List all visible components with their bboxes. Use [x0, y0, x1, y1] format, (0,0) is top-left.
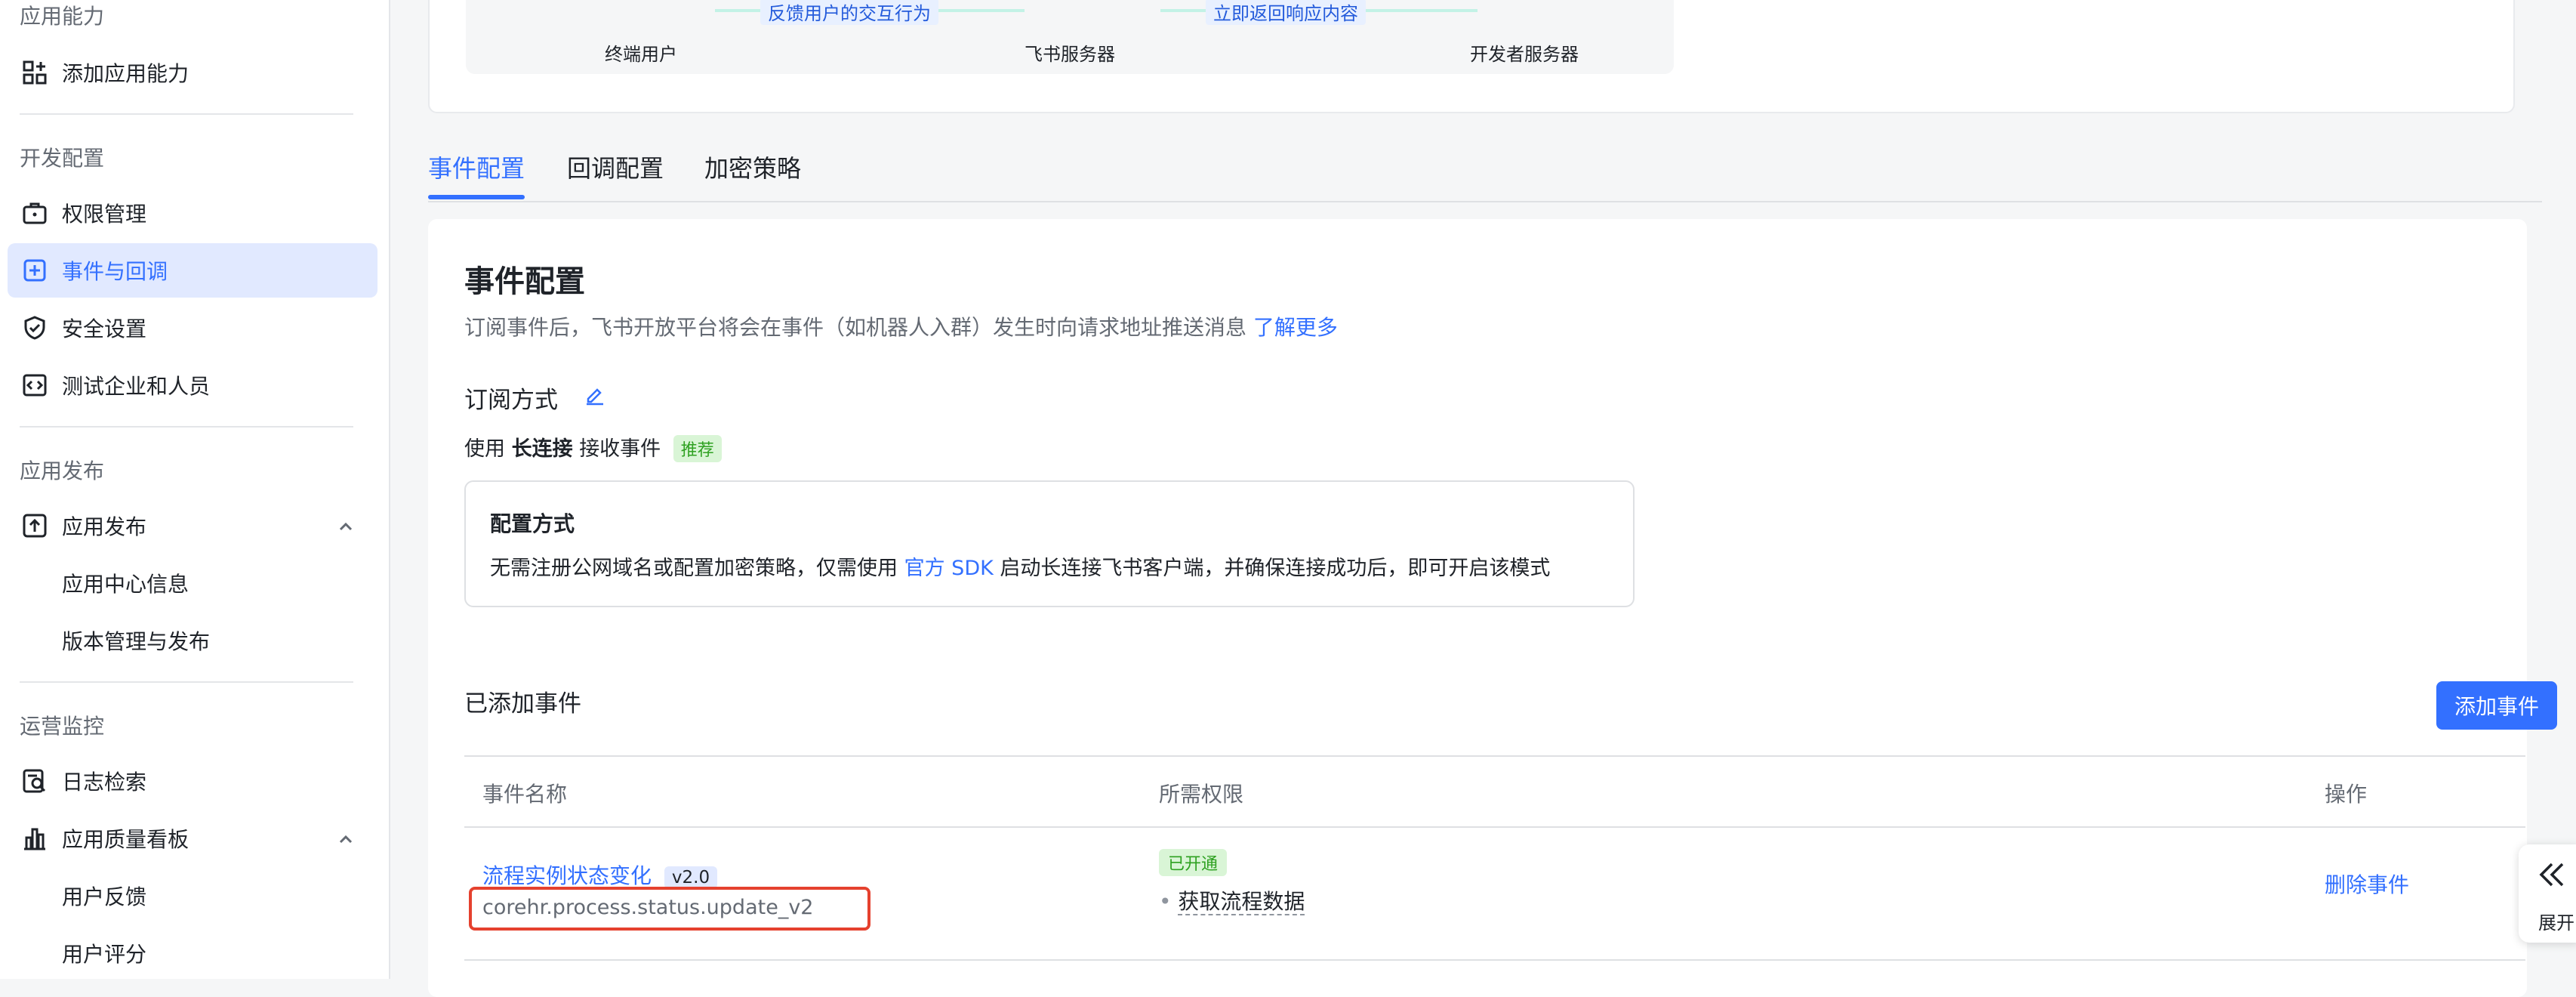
column-header: 操作 — [2325, 782, 2368, 807]
flow-card: 终端用户 反馈用户的交互行为 飞书服务器 立即返回响应内容 开发者服务器 — [428, 0, 2515, 113]
config-text: 无需注册公网域名或配置加密策略，仅需使用 官方 SDK 启动长连接飞书客户端，并… — [490, 551, 1550, 581]
delete-event-link[interactable]: 删除事件 — [2325, 869, 2409, 899]
event-plus-icon — [20, 255, 50, 286]
flow-diagram: 终端用户 反馈用户的交互行为 飞书服务器 立即返回响应内容 开发者服务器 — [466, 0, 1674, 74]
column-header: 事件名称 — [482, 782, 568, 807]
sidebar-item-quality[interactable]: 应用质量看板 — [8, 811, 377, 866]
add-event-button[interactable]: 添加事件 — [2436, 681, 2557, 730]
usage-prefix: 使用 — [464, 437, 505, 461]
sidebar: 应用能力 添加应用能力 开发配置 权限管理 事件与回调 安全设置 测试企业和人员… — [0, 0, 390, 979]
event-config-panel: 事件配置 订阅事件后，飞书开放平台将会在事件（如机器人入群）发生时向请求地址推送… — [428, 219, 2557, 997]
sidebar-item-label: 用户评分 — [62, 942, 147, 967]
sidebar-item-log-search[interactable]: 日志检索 — [8, 754, 377, 808]
config-text-part: 启动长连接飞书客户端，并确保连接成功后，即可开启该模式 — [1000, 557, 1551, 580]
chevron-up-icon[interactable] — [337, 829, 355, 854]
log-search-icon — [20, 766, 50, 796]
sidebar-item-label: 用户反馈 — [62, 884, 147, 909]
code-icon — [20, 370, 50, 400]
tab-bar: 事件配置 回调配置 加密策略 — [428, 144, 2542, 202]
description: 订阅事件后，飞书开放平台将会在事件（如机器人入群）发生时向请求地址推送消息 了解… — [464, 311, 1338, 341]
page-title: 事件配置 — [464, 264, 585, 299]
edit-icon[interactable] — [584, 384, 606, 409]
divider — [20, 681, 353, 683]
expand-panel-button[interactable]: 展开 — [2519, 844, 2576, 943]
sidebar-item-publish[interactable]: 应用发布 — [8, 498, 377, 553]
briefcase-icon — [20, 198, 50, 228]
event-name: 流程实例状态变化 v2.0 — [482, 860, 718, 890]
usage-mode: 长连接 — [511, 437, 573, 461]
flow-dev-server: 开发者服务器 — [1470, 44, 1579, 65]
subscribe-title: 订阅方式 — [464, 387, 558, 414]
sidebar-item-label: 应用质量看板 — [62, 827, 190, 852]
sidebar-item-label: 权限管理 — [62, 202, 147, 227]
sidebar-item-label: 事件与回调 — [62, 259, 168, 284]
config-text-part: 无需注册公网域名或配置加密策略，仅需使用 — [490, 557, 898, 580]
table-header: 事件名称 所需权限 操作 — [464, 755, 2525, 828]
event-key: corehr.process.status.update_v2 — [482, 896, 814, 919]
tab-indicator — [428, 195, 525, 199]
shield-icon — [20, 313, 50, 343]
section-title-ops: 运营监控 — [20, 714, 105, 739]
permission-item: • 获取流程数据 — [1159, 885, 1305, 915]
flow-end-user: 终端用户 — [605, 44, 677, 65]
chevron-up-icon[interactable] — [337, 517, 355, 542]
sidebar-item-add-capability[interactable]: 添加应用能力 — [8, 45, 377, 100]
event-name-link[interactable]: 流程实例状态变化 — [482, 863, 652, 888]
flow-feishu-server: 飞书服务器 — [1025, 44, 1115, 65]
sidebar-item-label: 添加应用能力 — [62, 61, 190, 86]
expand-label: 展开 — [2538, 912, 2574, 934]
upload-icon — [20, 511, 50, 541]
permission-status-badge: 已开通 — [1159, 849, 1228, 876]
tab-encryption[interactable]: 加密策略 — [704, 150, 801, 184]
flow-feedback-action: 反馈用户的交互行为 — [760, 0, 938, 25]
version-badge: v2.0 — [664, 866, 718, 889]
sidebar-item-permissions[interactable]: 权限管理 — [8, 186, 377, 240]
grid-plus-icon — [20, 57, 50, 88]
sdk-link[interactable]: 官方 SDK — [904, 557, 994, 580]
sidebar-item-label: 安全设置 — [62, 316, 147, 341]
double-chevron-left-icon — [2535, 858, 2568, 894]
learn-more-link[interactable]: 了解更多 — [1253, 315, 1338, 340]
tab-event-config[interactable]: 事件配置 — [428, 150, 525, 184]
section-title-dev: 开发配置 — [20, 146, 105, 171]
main-content: 终端用户 反馈用户的交互行为 飞书服务器 立即返回响应内容 开发者服务器 事件配… — [390, 0, 2576, 997]
sidebar-item-events[interactable]: 事件与回调 — [8, 243, 377, 298]
sidebar-item-label: 测试企业和人员 — [62, 374, 211, 399]
subscribe-usage: 使用 长连接 接收事件 推荐 — [464, 432, 722, 462]
sidebar-item-security[interactable]: 安全设置 — [8, 301, 377, 355]
permission-name[interactable]: 获取流程数据 — [1178, 889, 1305, 915]
sidebar-item-app-center[interactable]: 应用中心信息 — [8, 556, 377, 610]
column-header: 所需权限 — [1159, 782, 1244, 807]
sidebar-item-label: 版本管理与发布 — [62, 629, 211, 654]
bullet: • — [1159, 889, 1172, 914]
sidebar-item-version[interactable]: 版本管理与发布 — [8, 613, 377, 668]
sidebar-item-feedback[interactable]: 用户反馈 — [8, 869, 377, 923]
sidebar-item-rating[interactable]: 用户评分 — [8, 926, 377, 980]
section-title-capability: 应用能力 — [20, 4, 105, 29]
sidebar-item-label: 应用发布 — [62, 514, 147, 539]
sidebar-item-label: 应用中心信息 — [62, 572, 190, 597]
divider — [20, 113, 353, 115]
tab-callback-config[interactable]: 回调配置 — [567, 150, 664, 184]
flow-immediate-response: 立即返回响应内容 — [1206, 0, 1366, 25]
description-text: 订阅事件后，飞书开放平台将会在事件（如机器人入群）发生时向请求地址推送消息 — [464, 315, 1247, 340]
recommended-badge: 推荐 — [673, 435, 722, 462]
added-events-title: 已添加事件 — [464, 690, 581, 718]
usage-suffix: 接收事件 — [579, 437, 661, 461]
config-method-box: 配置方式 无需注册公网域名或配置加密策略，仅需使用 官方 SDK 启动长连接飞书… — [464, 480, 1635, 607]
sidebar-item-test-org[interactable]: 测试企业和人员 — [8, 358, 377, 412]
section-title-publish: 应用发布 — [20, 458, 105, 483]
config-title: 配置方式 — [490, 511, 575, 536]
table-row: 流程实例状态变化 v2.0 corehr.process.status.upda… — [464, 826, 2525, 961]
divider — [20, 426, 353, 428]
sidebar-item-label: 日志检索 — [62, 770, 147, 795]
bar-chart-icon — [20, 823, 50, 853]
